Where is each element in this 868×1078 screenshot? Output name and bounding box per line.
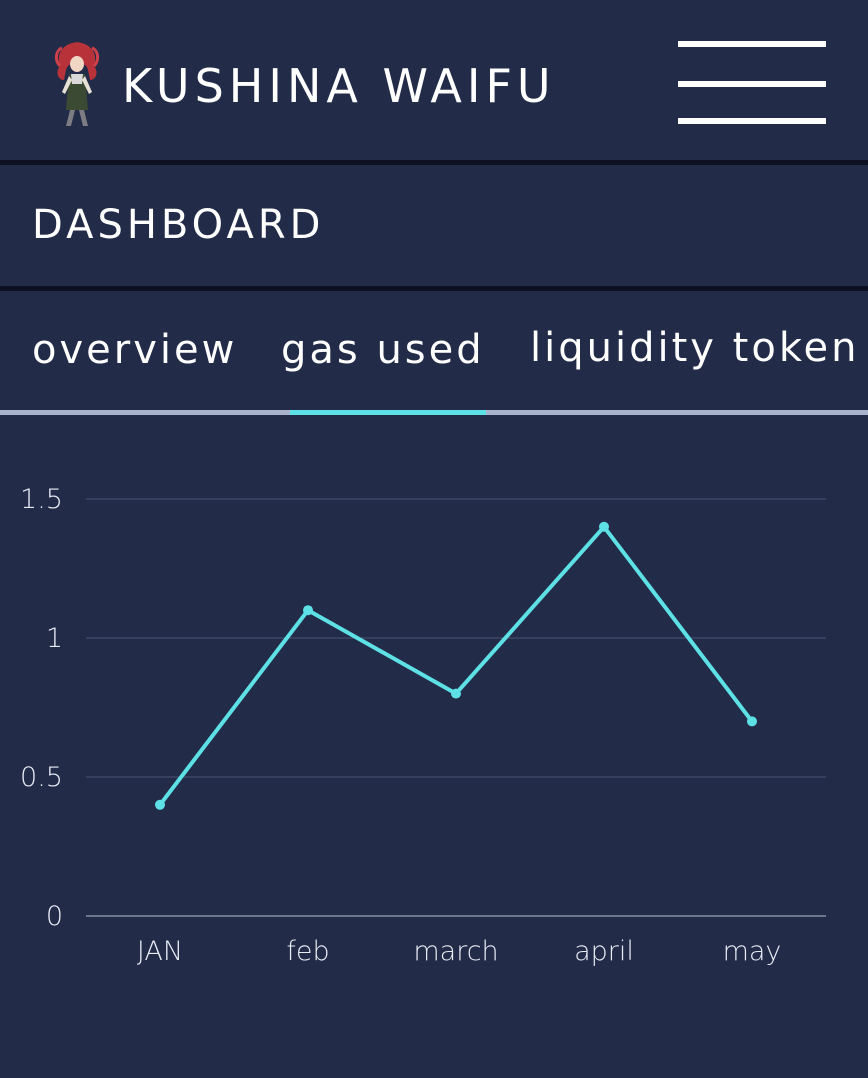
character-avatar-icon bbox=[54, 42, 100, 126]
chart-canvas: 0 0.5 1 1.5 JAN feb march april may bbox=[20, 484, 826, 967]
x-tick-label: JAN bbox=[137, 936, 183, 967]
gas-used-line-chart: 0 0.5 1 1.5 JAN feb march april may bbox=[0, 416, 868, 1074]
header-divider bbox=[0, 160, 868, 165]
section-divider bbox=[0, 286, 868, 291]
y-tick-label: 0 bbox=[46, 901, 63, 932]
series-line bbox=[158, 524, 754, 807]
app-header: KUSHINA WAIFU bbox=[0, 0, 868, 160]
x-tick-label: march bbox=[413, 936, 498, 967]
y-tick-label: 1 bbox=[46, 623, 63, 654]
hamburger-menu-icon-line bbox=[678, 81, 826, 87]
y-tick-label: 1.5 bbox=[20, 484, 63, 515]
data-point bbox=[303, 605, 313, 616]
hamburger-menu-button[interactable] bbox=[678, 38, 828, 128]
data-point bbox=[747, 716, 757, 727]
tab-bar: overview gas used liquidity token bbox=[0, 292, 868, 416]
active-tab-indicator bbox=[290, 410, 486, 415]
data-point bbox=[155, 799, 165, 810]
hamburger-menu-icon-line bbox=[678, 41, 826, 47]
tab-overview[interactable]: overview bbox=[32, 320, 237, 380]
x-tick-label: april bbox=[574, 936, 634, 967]
data-point bbox=[599, 521, 609, 532]
tab-liquidity-token[interactable]: liquidity token bbox=[530, 318, 860, 378]
x-tick-label: feb bbox=[286, 936, 329, 967]
hamburger-menu-icon-line bbox=[678, 118, 826, 124]
x-tick-label: may bbox=[723, 936, 782, 967]
page-title: DASHBOARD bbox=[32, 202, 325, 248]
tab-gas-used[interactable]: gas used bbox=[281, 320, 485, 380]
brand-title: KUSHINA WAIFU bbox=[122, 59, 556, 113]
y-tick-label: 0.5 bbox=[20, 762, 63, 793]
data-point bbox=[451, 688, 461, 699]
